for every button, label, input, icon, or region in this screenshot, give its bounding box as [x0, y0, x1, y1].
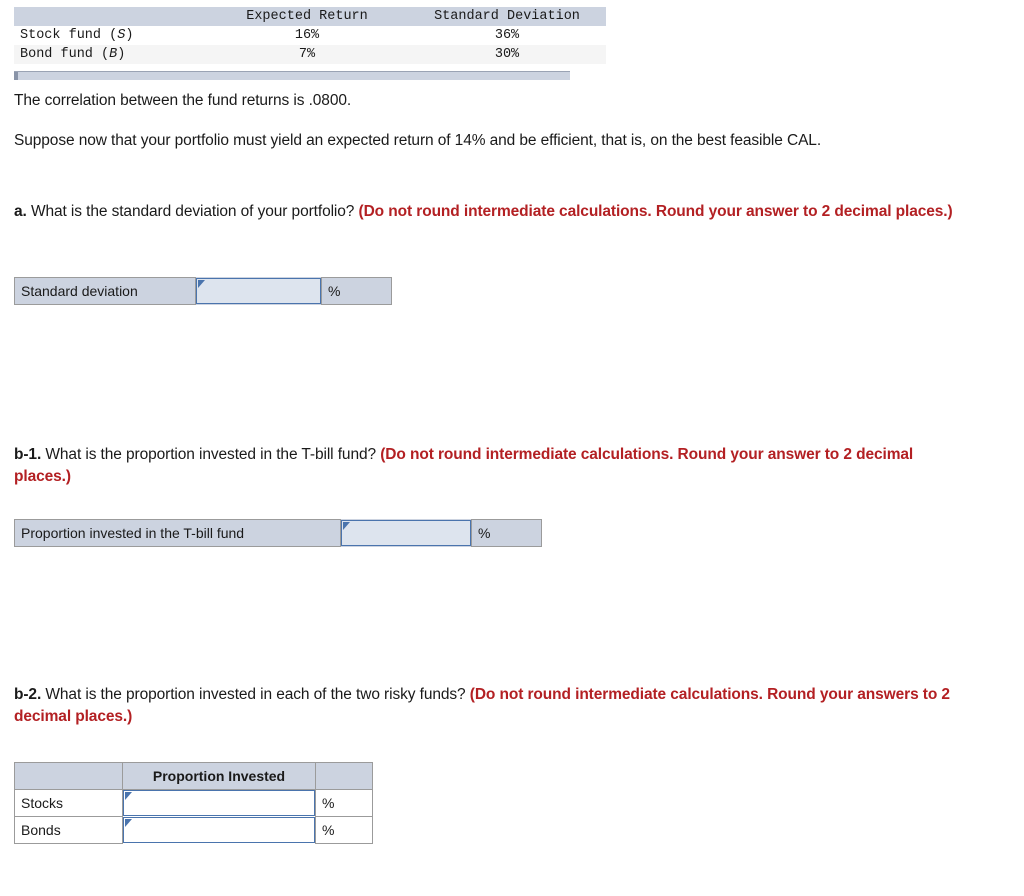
given-data-table-container: Expected Return Standard Deviation Stock… — [14, 7, 606, 64]
answer-b1-unit: % — [471, 519, 542, 547]
table-row: Bond fund (B) 7% 30% — [14, 45, 606, 64]
answer-a-input-cell[interactable] — [196, 278, 322, 305]
correlation-paragraph: The correlation between the fund returns… — [14, 92, 352, 109]
column-header-proportion-invested: Proportion Invested — [122, 762, 316, 790]
column-header-expected-return: Expected Return — [206, 7, 408, 26]
row-label-stock-fund-text: Stock fund ( — [20, 28, 118, 43]
tbill-proportion-input[interactable] — [342, 521, 470, 545]
answer-b1-row-label: Proportion invested in the T-bill fund — [14, 519, 341, 547]
table-horizontal-scrollbar[interactable] — [14, 71, 570, 80]
question-b1-text: What is the proportion invested in the T… — [41, 446, 381, 463]
stocks-input-cell[interactable] — [123, 790, 316, 817]
given-data-table: Expected Return Standard Deviation Stock… — [14, 7, 606, 64]
bonds-input-cell[interactable] — [123, 817, 316, 844]
question-b2-text: What is the proportion invested in each … — [41, 686, 470, 703]
row-label-stock-fund-close: ) — [125, 28, 134, 43]
bond-expected-return: 7% — [206, 45, 408, 64]
answer-a-unit: % — [321, 277, 392, 305]
table-row: Standard deviation % — [14, 277, 392, 305]
question-b2-label: b-2. — [14, 686, 42, 703]
table-header-row: Expected Return Standard Deviation — [14, 7, 606, 26]
flag-marker-icon — [125, 819, 132, 827]
row-label-stocks: Stocks — [14, 789, 123, 817]
table-header-row: Proportion Invested — [14, 762, 373, 790]
question-a-text: What is the standard deviation of your p… — [26, 203, 359, 220]
row-label-bond-fund: Bond fund (B) — [14, 45, 206, 64]
question-a-label: a. — [14, 203, 27, 220]
table-row: Proportion invested in the T-bill fund % — [14, 519, 542, 547]
answer-table-b1: Proportion invested in the T-bill fund % — [14, 519, 542, 547]
column-header-standard-deviation: Standard Deviation — [408, 7, 606, 26]
bonds-unit: % — [315, 816, 373, 844]
flag-marker-icon — [125, 792, 132, 801]
answer-table-a: Standard deviation % — [14, 277, 392, 305]
standard-deviation-input[interactable] — [197, 279, 320, 303]
stock-standard-deviation: 36% — [408, 26, 606, 45]
table-row: Stocks % — [14, 789, 373, 817]
stocks-proportion-field[interactable] — [123, 790, 315, 817]
bonds-proportion-input[interactable] — [124, 818, 314, 842]
column-header-blank — [14, 7, 206, 26]
question-b2: b-2. What is the proportion invested in … — [14, 684, 974, 728]
suppose-paragraph: Suppose now that your portfolio must yie… — [14, 132, 822, 149]
question-b1: b-1. What is the proportion invested in … — [14, 444, 974, 488]
bond-standard-deviation: 30% — [408, 45, 606, 64]
flag-marker-icon — [198, 280, 205, 288]
column-header-unit — [315, 762, 373, 790]
answer-table-b2: Proportion Invested Stocks % Bonds % — [14, 762, 373, 844]
row-label-bonds: Bonds — [14, 816, 123, 844]
row-label-bond-fund-close: ) — [117, 47, 126, 62]
tbill-proportion-field[interactable] — [341, 520, 471, 546]
flag-marker-icon — [343, 522, 350, 530]
scrollbar-thumb[interactable] — [14, 72, 18, 80]
bonds-proportion-field[interactable] — [123, 817, 315, 843]
column-header-blank — [14, 762, 123, 790]
row-label-bond-fund-text: Bond fund ( — [20, 47, 110, 62]
stocks-unit: % — [315, 789, 373, 817]
question-a-note: (Do not round intermediate calculations.… — [358, 203, 953, 220]
question-a: a. What is the standard deviation of you… — [14, 201, 974, 223]
table-row: Stock fund (S) 16% 36% — [14, 26, 606, 45]
row-label-stock-fund: Stock fund (S) — [14, 26, 206, 45]
question-b1-label: b-1. — [14, 446, 42, 463]
stock-expected-return: 16% — [206, 26, 408, 45]
answer-a-row-label: Standard deviation — [14, 277, 196, 305]
answer-b1-input-cell[interactable] — [341, 520, 472, 547]
stocks-proportion-input[interactable] — [124, 791, 314, 816]
standard-deviation-field[interactable] — [196, 278, 321, 304]
table-row: Bonds % — [14, 816, 373, 844]
